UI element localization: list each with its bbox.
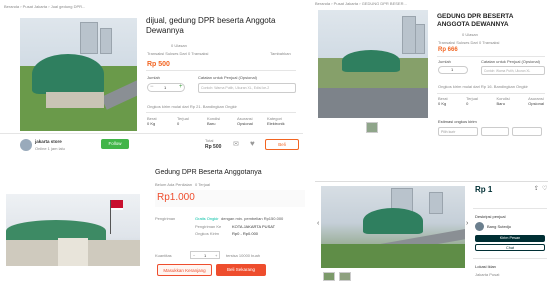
note-label: Catatan untuk Penjual (Opsional) (198, 75, 257, 80)
listing-panel-2: Beranda › Pusat Jakarta › GEDUNG DPR BES… (311, 0, 548, 158)
chat-icon[interactable]: ✉ (233, 140, 239, 148)
shop-name[interactable]: jakarta store (35, 139, 62, 144)
avatar[interactable] (475, 222, 484, 231)
info-insurance: Asuransi Opsional (237, 116, 253, 126)
shipping-info: Ongkos kirim mulai dari Rp 16. Bandingka… (438, 84, 528, 89)
seller-transactions: Transaksi Sukses Dari 0 Transaksi (438, 40, 500, 45)
free-shipping-badge: Gratis Ongkir (195, 216, 219, 221)
shipping-info: Ongkos kirim mulai dari Rp 21. Bandingka… (147, 104, 237, 109)
quantity-stepper[interactable]: − 1 + (190, 251, 220, 259)
ship-to-label: Pengiriman Ke (195, 224, 222, 229)
product-price: Rp 1 (475, 185, 493, 194)
review-count[interactable]: 0 Ulasan (171, 43, 187, 48)
minus-icon[interactable]: − (150, 84, 154, 90)
qty-value[interactable]: 1 (204, 253, 206, 258)
contact-button[interactable]: Kirim Pesan (475, 235, 545, 242)
shop-status: Online 1 jam lalu (35, 146, 65, 151)
ongkir-value[interactable]: Rp0 - Rp0.000 (232, 231, 258, 236)
product-price: Rp 666 (438, 47, 458, 53)
courier-select[interactable]: Pilih kurir (438, 127, 478, 136)
info-condition: Kondisi Baru (496, 96, 510, 106)
thumbnail[interactable] (323, 272, 335, 281)
sold-count: 0 Terjual (195, 182, 211, 187)
stock-text: tersisa 10000 buah (226, 253, 261, 258)
thumbnail[interactable] (339, 272, 351, 281)
review-count[interactable]: 0 Ulasan (462, 32, 478, 37)
product-photo[interactable] (318, 10, 428, 118)
note-label: Catatan untuk Penjual (Opsional) (481, 59, 540, 64)
product-photo[interactable] (20, 18, 137, 131)
product-title: GEDUNG DPR BESERTA ANGGOTA DEWANNYA (437, 13, 514, 28)
heart-icon[interactable]: ♥ (250, 139, 255, 148)
product-title: Gedung DPR Beserta Anggotanya (155, 169, 262, 176)
follow-button[interactable]: Follow (101, 139, 129, 149)
product-title: dijual, gedung DPR beserta Anggota Dewan… (146, 16, 276, 35)
info-weight: Berat 0 Kg (438, 96, 448, 106)
info-row: Berat 0 Kg Terjual 0 Kondisi Baru Asuransi O… (438, 96, 544, 110)
product-price: Rp 500 (147, 61, 170, 68)
product-photo[interactable] (321, 186, 465, 268)
breadcrumb[interactable]: Beranda › Pusat Jakarta › Jual gedung DP… (4, 4, 85, 9)
info-sold: Terjual 0 (466, 96, 478, 106)
next-arrow-icon[interactable]: › (466, 220, 468, 227)
info-insurance: Asuransi Opsional (528, 96, 544, 106)
info-weight: Berat 0 Kg (147, 116, 157, 126)
listing-panel-4: ‹ › Rp 1 ⇪ ♡ Deskripsi penjual Bang Sute… (315, 181, 548, 295)
heart-icon[interactable]: ♡ (542, 185, 547, 192)
qty-value[interactable]: 1 (451, 67, 453, 72)
location-label: Lokasi iklan (475, 264, 496, 269)
prev-arrow-icon[interactable]: ‹ (317, 220, 319, 227)
note-input[interactable]: Contoh: Warna Putih, Ukuran XL, Edisi ke… (198, 83, 296, 93)
info-category: Kategori Elektronik (267, 116, 285, 126)
wishlist-button[interactable]: Tambahkan (270, 51, 291, 56)
info-row: Berat 0 Kg Terjual 0 Kondisi Baru Asuransi O… (147, 116, 297, 132)
share-icon[interactable]: ⇪ (534, 185, 539, 192)
note-input[interactable]: Contoh: Warna Putih, Ukuran XL (481, 66, 545, 75)
free-shipping-text: dengan min. pembelian Rp150.000 (221, 216, 284, 221)
listing-panel-3: Gedung DPR Beserta Anggotanya Belum Ada … (0, 162, 306, 295)
breadcrumb[interactable]: Beranda › Pusat Jakarta › GEDUNG DPR BES… (315, 1, 407, 6)
thumbnail[interactable] (366, 122, 378, 133)
seller-transactions: Transaksi Sukses Dari 0 Transaksi (147, 51, 209, 56)
add-to-cart-button[interactable]: Masukkan Keranjang (157, 264, 212, 276)
shipping-calc-label: Estimasi ongkos kirim (438, 119, 477, 124)
qty-label: Jumlah (147, 75, 160, 80)
qty-label: Jumlah (438, 59, 451, 64)
seller-section-label: Deskripsi penjual (475, 214, 506, 219)
seller-name[interactable]: Bang Sutedjo (487, 224, 511, 229)
sticky-buy-bar: jakarta store Online 1 jam lalu Follow T… (0, 133, 303, 158)
buy-now-button[interactable]: Beli Sekarang (216, 264, 266, 276)
weight-select[interactable] (512, 127, 542, 136)
plus-icon[interactable]: + (179, 84, 183, 90)
product-price: Rp1.000 (157, 192, 195, 203)
product-photo[interactable] (6, 194, 140, 266)
listing-panel-1: Beranda › Pusat Jakarta › Jual gedung DP… (0, 0, 303, 158)
ship-to-value[interactable]: KOTA JAKARTA PUSAT (232, 224, 275, 229)
ongkir-label: Ongkos Kirim (195, 231, 220, 236)
plus-icon[interactable]: + (215, 253, 217, 258)
info-sold: Terjual 0 (177, 116, 189, 126)
location-value: Jakarta Pusat (475, 272, 500, 277)
review-status: Belum Ada Penilaian (155, 182, 192, 187)
total-label: Total (205, 138, 214, 143)
qty-value[interactable]: 1 (164, 85, 166, 90)
minus-icon[interactable]: − (193, 253, 195, 258)
qty-label: Kuantitas (155, 253, 172, 258)
buy-button[interactable]: Beli (265, 139, 299, 150)
info-condition: Kondisi Baru (207, 116, 221, 126)
total-value: Rp 500 (205, 144, 222, 150)
shop-avatar[interactable] (20, 139, 32, 151)
chat-button[interactable]: Chat (475, 244, 545, 251)
shipping-label: Pengiriman (155, 216, 176, 221)
destination-select[interactable] (481, 127, 509, 136)
price-box: Rp1.000 (155, 190, 305, 207)
